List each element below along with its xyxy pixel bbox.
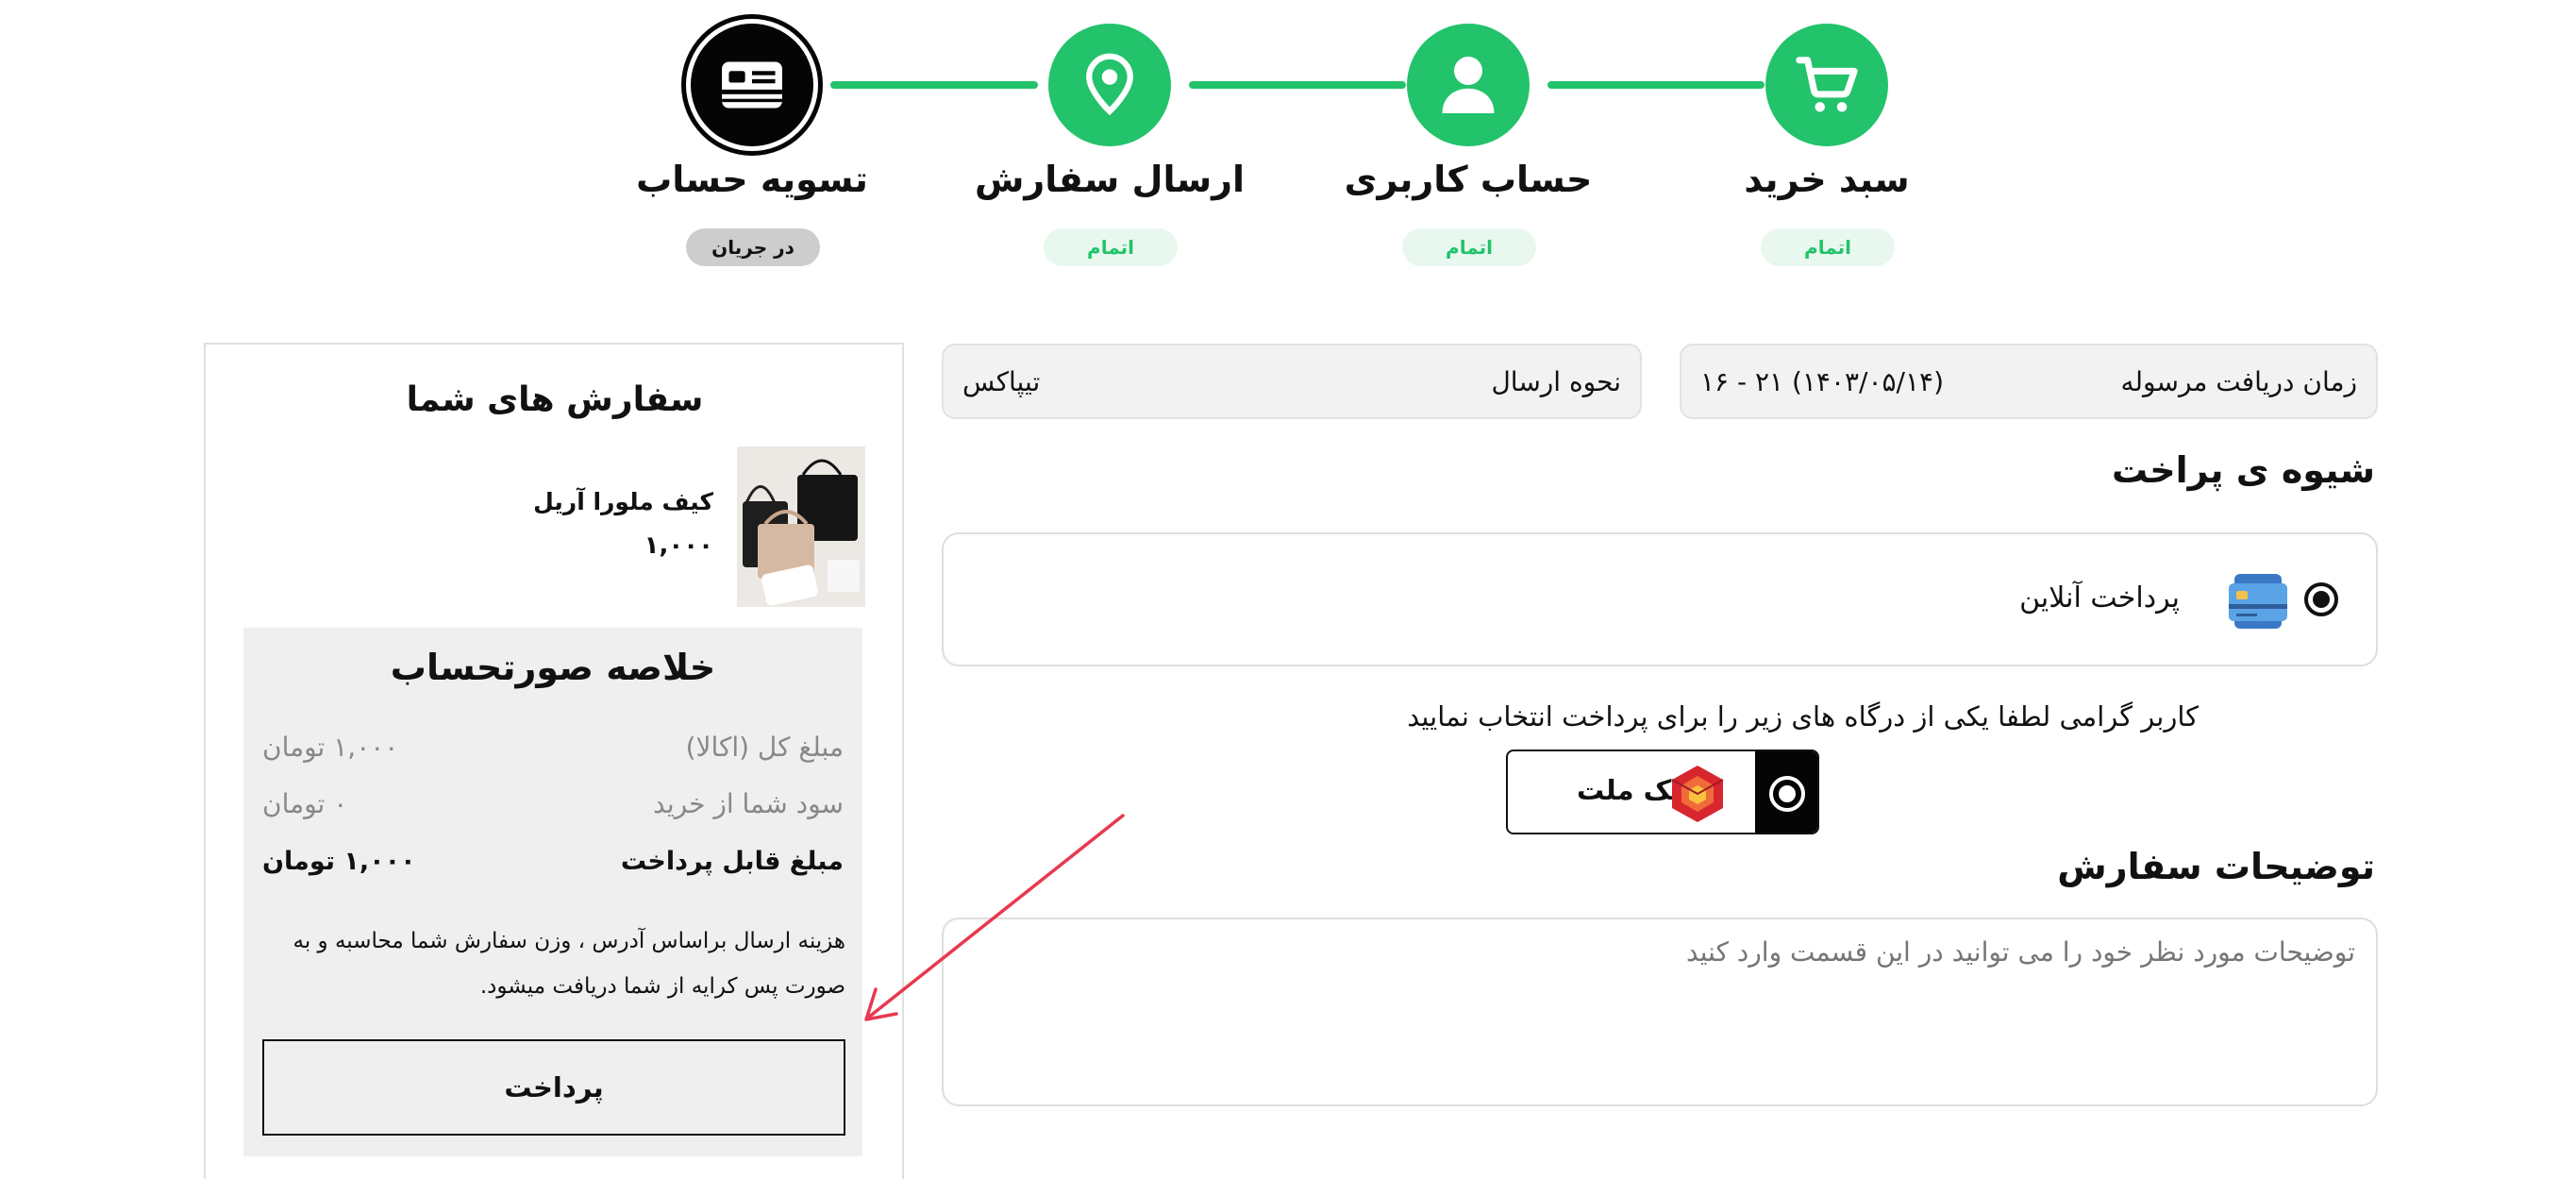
annotation-arrow bbox=[864, 814, 1125, 1021]
delivery-time-value: (۱۴۰۳/۰۵/۱۴) ۲۱ - ۱۶ bbox=[1700, 365, 1945, 397]
product-price: ۱,۰۰۰ bbox=[644, 531, 713, 560]
delivery-method-box: نحوه ارسال تیپاکس bbox=[942, 344, 1642, 419]
pay-button[interactable]: پرداخت bbox=[262, 1039, 845, 1136]
summary-row-total: مبلغ کل (اکالا) ۱,۰۰۰ تومان bbox=[262, 732, 844, 763]
order-notes-input[interactable] bbox=[942, 918, 2378, 1106]
invoice-summary: خلاصه صورتحساب مبلغ کل (اکالا) ۱,۰۰۰ توم… bbox=[243, 628, 862, 1156]
gateway-radio-area[interactable] bbox=[1755, 751, 1817, 833]
cart-icon bbox=[1796, 57, 1858, 112]
location-pin-icon bbox=[1086, 53, 1133, 116]
step-title-shipping: ارسال سفارش bbox=[974, 159, 1246, 200]
credit-card-icon bbox=[722, 61, 782, 109]
payment-method-title: شیوه ی پراخت bbox=[2112, 449, 2375, 491]
step-connector bbox=[1547, 81, 1765, 89]
step-shipping[interactable] bbox=[1048, 24, 1171, 146]
bank-mellat-logo-icon bbox=[1671, 766, 1724, 822]
order-notes-title: توضیحات سفارش bbox=[2057, 846, 2375, 887]
order-sidebar: سفارش های شما کیف ملورا آریل ۱,۰۰۰ خلاصه… bbox=[204, 343, 904, 1179]
summary-label: سود شما از خرید bbox=[653, 788, 844, 819]
invoice-summary-title: خلاصه صورتحساب bbox=[390, 647, 716, 688]
payment-option-online[interactable]: پرداخت آنلاین bbox=[942, 532, 2378, 666]
step-title-payment: تسویه حساب bbox=[636, 159, 868, 200]
step-status-shipping: اتمام bbox=[1044, 228, 1178, 266]
gateway-mellat[interactable]: بانک ملت bbox=[1506, 750, 1819, 834]
summary-row-discount: سود شما از خرید ۰ تومان bbox=[262, 788, 844, 819]
step-payment[interactable] bbox=[686, 19, 818, 151]
summary-label: مبلغ قابل پرداخت bbox=[620, 847, 844, 876]
summary-label: مبلغ کل (اکالا) bbox=[685, 732, 844, 763]
step-connector bbox=[830, 81, 1038, 89]
user-icon bbox=[1442, 57, 1495, 113]
payment-option-label: پرداخت آنلاین bbox=[2019, 581, 2180, 615]
shipping-cost-note: هزینه ارسال براساس آدرس ، وزن سفارش شما … bbox=[293, 929, 845, 999]
summary-value: ۱,۰۰۰ تومان bbox=[262, 732, 399, 763]
delivery-time-label: زمان دریافت مرسوله bbox=[2120, 365, 2357, 397]
gateway-radio[interactable] bbox=[1769, 776, 1805, 812]
product-name: کیف ملورا آریل bbox=[533, 488, 713, 515]
product-bag-image bbox=[737, 446, 865, 607]
step-status-account: اتمام bbox=[1402, 228, 1536, 266]
product-thumbnail[interactable] bbox=[737, 446, 865, 607]
payment-option-radio[interactable] bbox=[2304, 582, 2338, 616]
step-connector bbox=[1189, 81, 1406, 89]
step-status-cart: اتمام bbox=[1761, 228, 1895, 266]
step-title-cart: سبد خرید bbox=[1744, 159, 1910, 200]
step-title-account: حساب کاربری bbox=[1344, 159, 1593, 200]
summary-value: ۱,۰۰۰ تومان bbox=[262, 847, 416, 876]
step-cart[interactable] bbox=[1765, 24, 1888, 146]
gateway-instruction: کاربر گرامی لطفا یکی از درگاه های زیر را… bbox=[1407, 700, 2199, 733]
credit-card-icon bbox=[2229, 574, 2287, 629]
delivery-method-label: نحوه ارسال bbox=[1491, 365, 1621, 397]
step-account[interactable] bbox=[1407, 24, 1530, 146]
delivery-time-box: زمان دریافت مرسوله (۱۴۰۳/۰۵/۱۴) ۲۱ - ۱۶ bbox=[1680, 344, 2378, 419]
delivery-method-value: تیپاکس bbox=[962, 365, 1041, 397]
sidebar-title: سفارش های شما bbox=[406, 380, 704, 419]
summary-value: ۰ تومان bbox=[262, 788, 348, 819]
summary-row-payable: مبلغ قابل پرداخت ۱,۰۰۰ تومان bbox=[262, 847, 844, 876]
step-status-payment: در جریان bbox=[686, 228, 820, 266]
